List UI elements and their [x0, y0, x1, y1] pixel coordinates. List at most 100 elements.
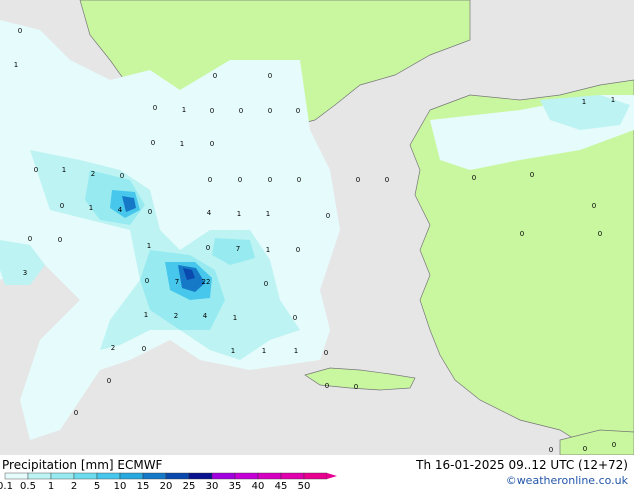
- legend-swatch: [73, 472, 98, 480]
- map-value-label: 0: [210, 107, 214, 115]
- site-credit[interactable]: ©weatheronline.co.uk: [506, 474, 628, 487]
- map-value-label: 7: [236, 245, 240, 253]
- legend-label: 0.5: [20, 481, 36, 490]
- map-value-label: 0: [120, 172, 124, 180]
- legend-label: 35: [229, 481, 242, 490]
- legend-swatch: [96, 472, 121, 480]
- legend-swatch: [211, 472, 236, 480]
- map-value-label: 0: [268, 176, 272, 184]
- map-value-label: 0: [356, 176, 360, 184]
- map-value-label: 4: [203, 312, 208, 320]
- map-value-label: 7: [175, 278, 179, 286]
- map-value-label: 0: [34, 166, 38, 174]
- legend-swatch: [188, 472, 213, 480]
- legend-label: 1: [48, 481, 54, 490]
- legend-label: 15: [137, 481, 150, 490]
- precipitation-map: 0 1 0 0 0 1 0 0 0 0 1 1 0 1 0 0 1 2 0 0 0 0 0 0 0 0 0 0 1 4 0 4 1 1 0 0 0 0 1 0…: [0, 0, 634, 455]
- map-value-label: 0: [18, 27, 22, 35]
- map-value-label: 1: [266, 210, 270, 218]
- map-title: Precipitation [mm] ECMWF: [2, 458, 163, 472]
- map-value-label: 0: [293, 314, 297, 322]
- map-value-label: 4: [118, 206, 123, 214]
- map-value-label: 1: [14, 61, 18, 69]
- map-value-label: 0: [264, 280, 268, 288]
- legend-swatch: [119, 472, 144, 480]
- map-value-label: 0: [239, 107, 243, 115]
- map-value-label: 22: [202, 278, 211, 286]
- legend-label: 45: [275, 481, 288, 490]
- map-value-label: 0: [74, 409, 78, 417]
- map-value-label: 0: [592, 202, 596, 210]
- map-value-label: 2: [111, 344, 115, 352]
- map-value-label: 0: [296, 246, 300, 254]
- legend-label: 0.1: [0, 481, 13, 490]
- map-value-label: 1: [237, 210, 241, 218]
- map-value-label: 0: [326, 212, 330, 220]
- legend-arrow: [327, 473, 337, 479]
- map-value-label: 0: [268, 72, 272, 80]
- legend-labels: 0.1 0.5 1 2 5 10 15 20 25 30 35 40 45 50: [0, 481, 310, 490]
- map-value-label: 0: [28, 235, 32, 243]
- map-value-label: 2: [174, 312, 178, 320]
- map-value-label: 0: [598, 230, 602, 238]
- map-value-label: 0: [385, 176, 389, 184]
- legend-label: 50: [298, 481, 311, 490]
- legend-swatch: [142, 472, 167, 480]
- map-value-label: 0: [296, 107, 300, 115]
- map-value-label: 3: [23, 269, 27, 277]
- map-value-label: 1: [147, 242, 151, 250]
- legend-label: 25: [183, 481, 196, 490]
- map-value-label: 1: [262, 347, 266, 355]
- legend-swatch: [234, 472, 259, 480]
- map-value-label: 1: [266, 246, 270, 254]
- map-value-label: 0: [145, 277, 149, 285]
- map-value-label: 0: [324, 349, 328, 357]
- map-value-label: 1: [89, 204, 93, 212]
- legend-label: 20: [160, 481, 173, 490]
- map-value-label: 0: [153, 104, 157, 112]
- map-value-label: 1: [231, 347, 235, 355]
- legend-swatch: [165, 472, 190, 480]
- map-value-label: 0: [210, 140, 214, 148]
- map-value-label: 0: [612, 441, 616, 449]
- valid-time: Th 16-01-2025 09..12 UTC (12+72): [416, 458, 628, 472]
- map-value-label: 0: [354, 383, 358, 391]
- map-value-label: 0: [213, 72, 217, 80]
- legend-swatch: [27, 472, 52, 480]
- map-value-label: 0: [151, 139, 155, 147]
- legend-swatches: [4, 472, 337, 480]
- legend-swatch: [303, 472, 328, 480]
- map-value-label: 1: [233, 314, 237, 322]
- map-value-label: 0: [107, 377, 111, 385]
- map-value-label: 0: [530, 171, 534, 179]
- map-value-label: 1: [182, 106, 186, 114]
- map-value-label: 1: [180, 140, 184, 148]
- map-value-label: 0: [520, 230, 524, 238]
- map-value-label: 0: [142, 345, 146, 353]
- map-value-label: 2: [91, 170, 95, 178]
- map-value-label: 0: [268, 107, 272, 115]
- map-value-label: 4: [207, 209, 212, 217]
- map-value-label: 1: [582, 98, 586, 106]
- legend-swatch: [257, 472, 282, 480]
- legend-swatch: [50, 472, 75, 480]
- precipitation-legend: 0.1 0.5 1 2 5 10 15 20 25 30 35 40 45 50: [0, 472, 337, 490]
- map-value-label: 1: [611, 96, 615, 104]
- legend-label: 5: [94, 481, 100, 490]
- legend-label: 30: [206, 481, 219, 490]
- map-value-label: 1: [62, 166, 66, 174]
- map-value-label: 0: [60, 202, 64, 210]
- map-value-label: 1: [294, 347, 298, 355]
- map-value-label: 1: [144, 311, 148, 319]
- map-value-label: 0: [238, 176, 242, 184]
- map-value-label: 0: [208, 176, 212, 184]
- map-value-label: 0: [325, 382, 329, 390]
- legend-swatch: [280, 472, 305, 480]
- map-value-label: 0: [206, 244, 210, 252]
- map-value-label: 0: [297, 176, 301, 184]
- legend-label: 10: [114, 481, 127, 490]
- map-value-label: 0: [472, 174, 476, 182]
- map-value-label: 0: [148, 208, 152, 216]
- legend-label: 40: [252, 481, 265, 490]
- map-value-label: 0: [583, 445, 587, 453]
